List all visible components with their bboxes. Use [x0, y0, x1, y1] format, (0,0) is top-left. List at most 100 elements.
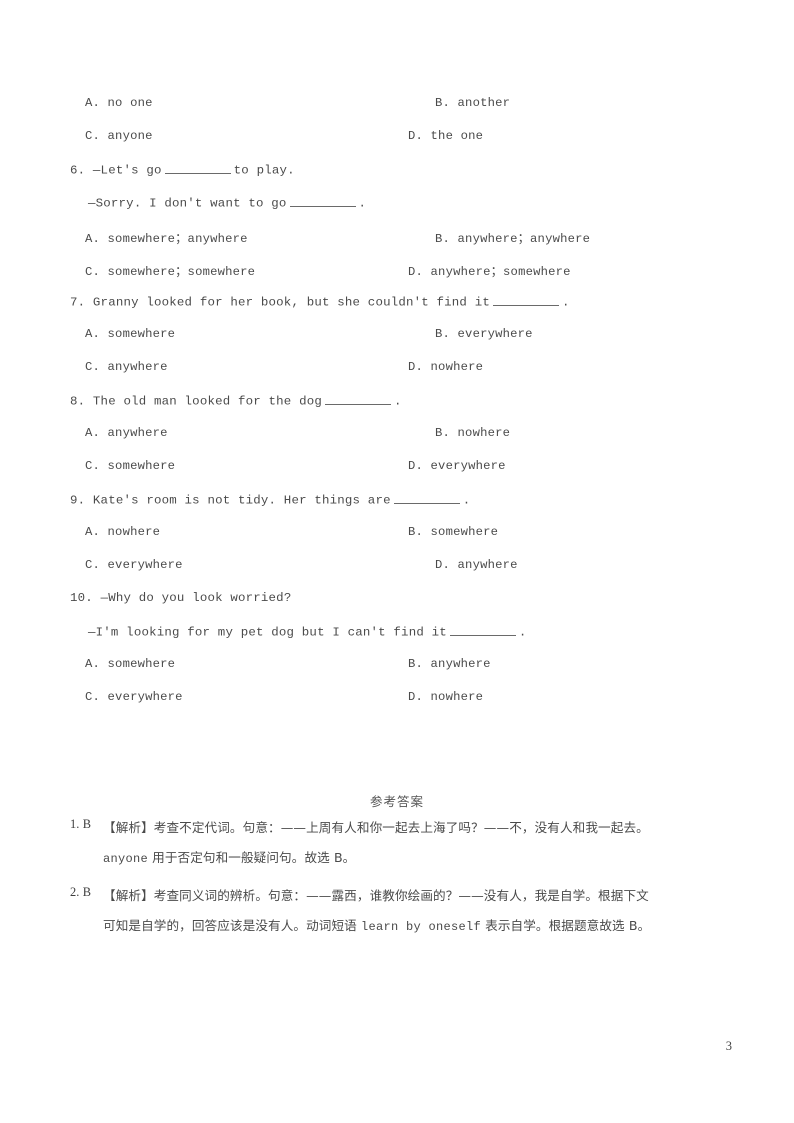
- option-text: somewhere；somewhere: [107, 265, 256, 279]
- option-c[interactable]: C. somewhere；somewhere: [85, 261, 255, 279]
- question-options-row: C. everywhere D. anywhere: [70, 558, 730, 591]
- option-d[interactable]: D. anywhere；somewhere: [408, 261, 571, 279]
- stem-text: .: [358, 196, 367, 211]
- option-d[interactable]: D. the one: [408, 129, 483, 143]
- answer-line: 1. B 【解析】考查不定代词。句意：——上周有人和你一起去上海了吗？——不，没…: [70, 817, 725, 847]
- option-b[interactable]: B. somewhere: [408, 525, 498, 539]
- option-label: C.: [85, 690, 101, 704]
- answer-key: 2. B: [70, 885, 92, 899]
- stem-text: .: [561, 295, 570, 310]
- option-c[interactable]: C. everywhere: [85, 558, 183, 572]
- option-b[interactable]: B. anywhere: [408, 657, 491, 671]
- answer-blank[interactable]: [325, 393, 391, 405]
- option-label: D.: [408, 459, 424, 473]
- answer-explanation-continued: 可知是自学的，回答应该是没有人。动词短语 learn by oneself 表示…: [103, 915, 650, 934]
- inline-term: anyone: [103, 852, 149, 866]
- question-options-row: C. somewhere；somewhere D. anywhere；somew…: [70, 261, 730, 294]
- option-text: anywhere: [107, 426, 168, 440]
- answer-explanation-text: 用于否定句和一般疑问句。故选 B。: [152, 850, 356, 865]
- option-d[interactable]: D. anywhere: [435, 558, 518, 572]
- answer-explanation-text: 可知是自学的，回答应该是没有人。动词短语: [103, 918, 357, 933]
- option-label: B.: [408, 525, 424, 539]
- option-label: B.: [435, 232, 451, 246]
- option-a[interactable]: A. somewhere: [85, 657, 175, 671]
- option-label: B.: [435, 327, 451, 341]
- stem-text: .: [394, 394, 402, 409]
- question-number: 6.: [70, 163, 86, 178]
- answers-heading: 参考答案: [369, 794, 424, 809]
- option-text: anywhere；anywhere: [457, 232, 591, 246]
- question-6-stem-line2: —Sorry. I don't want to go.: [88, 195, 366, 211]
- answer-blank[interactable]: [393, 492, 460, 504]
- option-label: B.: [435, 96, 451, 110]
- stem-text: —Why do you look worried?: [100, 591, 292, 605]
- option-label: A.: [85, 327, 101, 341]
- option-text: nowhere: [107, 525, 161, 539]
- stem-text: .: [518, 625, 527, 640]
- stem-text: .: [462, 493, 471, 508]
- stem-text: to play.: [233, 163, 295, 178]
- question-10-stem-line1: 10. —Why do you look worried?: [70, 591, 291, 605]
- document-page: A. no one B. another C. anyone D. the on…: [0, 0, 794, 1123]
- option-text: nowhere: [430, 690, 484, 704]
- page-number: 3: [725, 1039, 732, 1053]
- option-text: somewhere: [107, 327, 176, 341]
- option-d[interactable]: D. everywhere: [408, 459, 506, 473]
- option-label: A.: [85, 232, 101, 246]
- option-label: A.: [85, 96, 101, 110]
- answer-blank[interactable]: [449, 624, 516, 636]
- answer-blank[interactable]: [492, 294, 559, 306]
- question-stem-row: 10. —Why do you look worried?: [70, 591, 730, 624]
- answer-explanation-text: 表示自学。根据题意故选 B。: [485, 918, 651, 933]
- question-9-stem: 9. Kate's room is not tidy. Her things a…: [70, 492, 470, 508]
- option-label: C.: [85, 360, 101, 374]
- option-text: everywhere: [457, 327, 533, 341]
- question-10-stem-line2: —I'm looking for my pet dog but I can't …: [88, 624, 527, 640]
- option-text: somewhere: [107, 657, 176, 671]
- option-d[interactable]: D. nowhere: [408, 360, 483, 374]
- option-a[interactable]: A. somewhere: [85, 327, 175, 341]
- option-b[interactable]: B. anywhere；anywhere: [435, 228, 590, 246]
- answer-item: 2. B 【解析】考查同义词的辨析。句意：——露西，谁教你绘画的？——没有人，我…: [70, 885, 725, 945]
- option-label: B.: [408, 657, 424, 671]
- option-label: D.: [408, 360, 424, 374]
- option-d[interactable]: D. nowhere: [408, 690, 483, 704]
- question-options-row: C. anyone D. the one: [70, 129, 730, 162]
- option-c[interactable]: C. anywhere: [85, 360, 168, 374]
- answer-explanations-section: 1. B 【解析】考查不定代词。句意：——上周有人和你一起去上海了吗？——不，没…: [70, 817, 725, 953]
- question-stem-row: 8. The old man looked for the dog.: [70, 393, 730, 426]
- option-c[interactable]: C. somewhere: [85, 459, 175, 473]
- option-c[interactable]: C. everywhere: [85, 690, 183, 704]
- question-number: 9.: [70, 493, 86, 508]
- option-b[interactable]: B. another: [435, 96, 510, 110]
- stem-text: Granny looked for her book, but she coul…: [92, 295, 490, 310]
- option-label: D.: [408, 265, 424, 279]
- option-b[interactable]: B. everywhere: [435, 327, 533, 341]
- option-b[interactable]: B. nowhere: [435, 426, 510, 440]
- answer-explanation-continued: anyone 用于否定句和一般疑问句。故选 B。: [103, 847, 355, 866]
- option-a[interactable]: A. somewhere；anywhere: [85, 228, 248, 246]
- stem-text: —Sorry. I don't want to go: [88, 196, 287, 211]
- option-text: another: [457, 96, 511, 110]
- option-a[interactable]: A. no one: [85, 96, 153, 110]
- option-text: somewhere: [430, 525, 499, 539]
- answer-blank[interactable]: [289, 195, 356, 207]
- answer-line: anyone 用于否定句和一般疑问句。故选 B。: [70, 847, 725, 877]
- question-options-row: C. anywhere D. nowhere: [70, 360, 730, 393]
- option-a[interactable]: A. nowhere: [85, 525, 160, 539]
- answer-explanation-text: 【解析】考查不定代词。句意：——上周有人和你一起去上海了吗？——不，没有人和我一…: [103, 820, 649, 835]
- option-label: D.: [435, 558, 451, 572]
- option-a[interactable]: A. anywhere: [85, 426, 168, 440]
- question-options-row: C. everywhere D. nowhere: [70, 690, 730, 723]
- answer-key: 1. B: [70, 817, 92, 831]
- option-c[interactable]: C. anyone: [85, 129, 153, 143]
- question-7-stem: 7. Granny looked for her book, but she c…: [70, 294, 570, 310]
- option-label: D.: [408, 690, 424, 704]
- question-options-row: A. somewhere B. anywhere: [70, 657, 730, 690]
- option-text: nowhere: [430, 360, 484, 374]
- answer-blank[interactable]: [164, 162, 231, 174]
- question-options-row: C. somewhere D. everywhere: [70, 459, 730, 492]
- answer-line: 可知是自学的，回答应该是没有人。动词短语 learn by oneself 表示…: [70, 915, 725, 945]
- question-options-row: A. nowhere B. somewhere: [70, 525, 730, 558]
- option-label: A.: [85, 657, 101, 671]
